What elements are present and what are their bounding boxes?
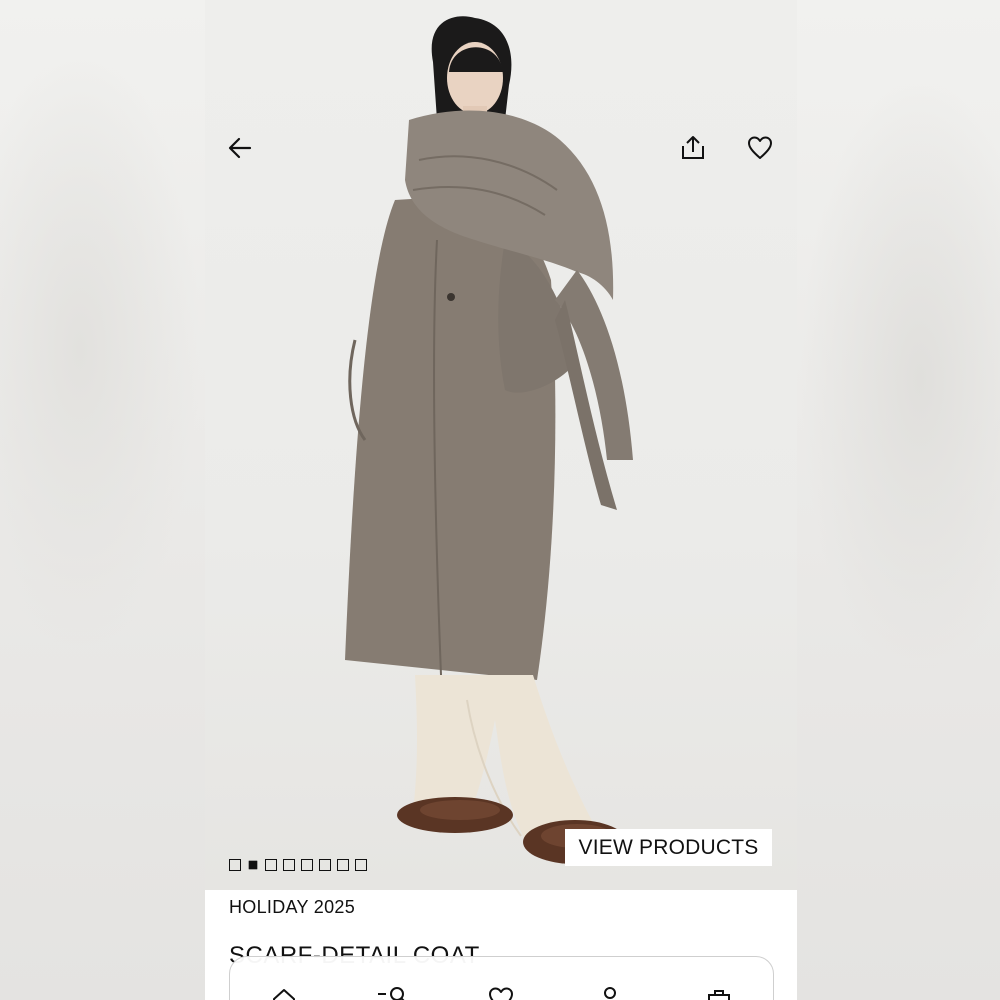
back-button[interactable]	[222, 130, 258, 166]
user-icon	[604, 987, 617, 999]
carousel-dot[interactable]	[229, 859, 241, 871]
share-button[interactable]	[675, 130, 711, 166]
carousel-dot[interactable]	[337, 859, 349, 871]
arrow-left-icon	[228, 137, 252, 159]
carousel-dot[interactable]	[319, 859, 331, 871]
phone-screen: VIEW PRODUCTS HOLIDAY 2025 SCARF-DETAIL …	[205, 0, 797, 1000]
nav-bag[interactable]	[699, 985, 739, 1000]
share-icon	[682, 136, 704, 159]
nav-home[interactable]	[264, 985, 304, 1000]
nav-account[interactable]	[590, 985, 630, 1000]
bottom-navigation	[229, 956, 774, 1000]
nav-search[interactable]	[373, 985, 413, 1000]
carousel-dot[interactable]	[248, 860, 258, 870]
heart-icon	[748, 136, 772, 159]
nav-favorites[interactable]	[481, 985, 521, 1000]
home-icon	[273, 989, 296, 1000]
search-icon	[377, 987, 405, 1000]
carousel-dot[interactable]	[301, 859, 313, 871]
heart-icon	[489, 987, 514, 1000]
bag-icon	[707, 990, 730, 1000]
carousel-dot[interactable]	[283, 859, 295, 871]
favorite-button[interactable]	[742, 130, 778, 166]
collection-label: HOLIDAY 2025	[229, 897, 356, 917]
carousel-dot[interactable]	[265, 859, 277, 871]
view-products-button[interactable]: VIEW PRODUCTS	[565, 829, 772, 866]
hero-image[interactable]: VIEW PRODUCTS	[205, 0, 797, 890]
carousel-indicator[interactable]	[229, 859, 367, 871]
carousel-dot[interactable]	[355, 859, 367, 871]
